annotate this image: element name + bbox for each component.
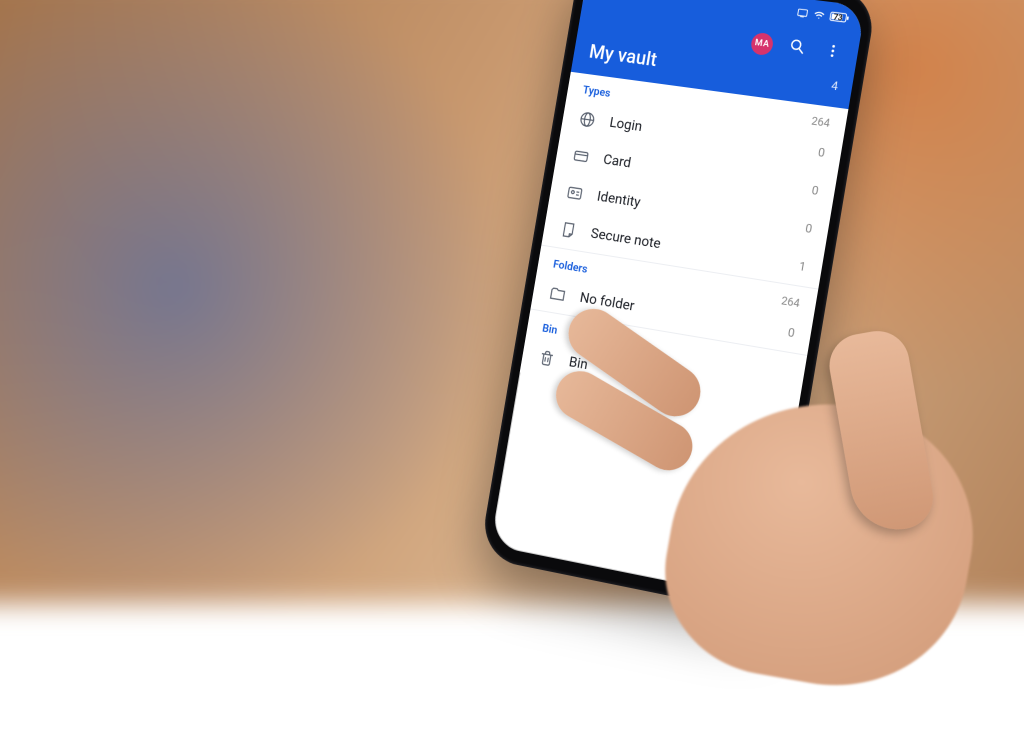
row-count: 0 [804,221,813,236]
note-icon [558,219,580,241]
section-title-folders: Folders [552,258,588,276]
wifi-icon [812,8,827,20]
trash-icon [536,347,558,370]
id-card-icon [564,182,586,204]
cast-icon [795,6,810,18]
row-count: 0 [811,183,820,198]
section-count-folders: 264 [780,294,800,310]
folder-icon [547,283,569,305]
row-count: 0 [817,145,826,160]
search-icon [787,36,808,60]
globe-icon [576,109,598,131]
vault-list: Types 264 Login 0 [520,72,849,422]
row-count: 1 [798,259,807,274]
section-title-types: Types [582,83,612,99]
vault-total-count: 4 [830,78,839,93]
credit-card-icon [570,145,592,167]
page-title: My vault [588,40,659,71]
account-avatar[interactable]: MA [750,32,775,56]
section-title-bin: Bin [541,322,558,337]
section-count-types: 264 [810,114,830,129]
search-button[interactable] [785,36,810,61]
overflow-menu-button[interactable] [820,41,845,66]
battery-icon: 73 [829,11,850,23]
row-count: 0 [787,325,796,340]
add-item-fab[interactable] [726,505,791,572]
phone-screen: 12:18 [490,0,865,601]
phone-device: 12:18 [479,0,878,617]
more-vertical-icon [823,42,842,64]
